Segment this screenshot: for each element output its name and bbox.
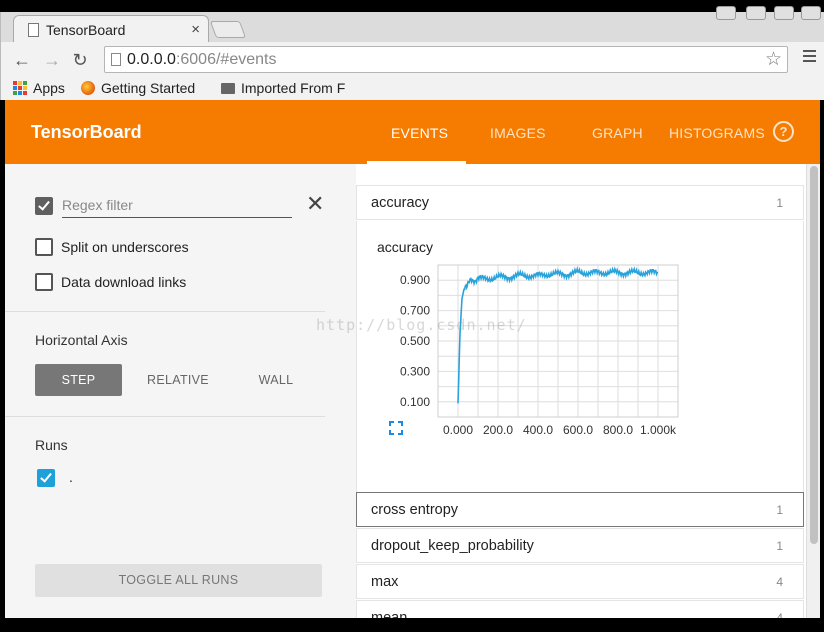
card-cross-entropy[interactable]: cross entropy 1 [356,492,804,527]
folder-icon [221,82,235,94]
regex-filter-input[interactable]: Regex filter [62,197,133,213]
firefox-icon [81,81,95,95]
axis-step-button[interactable]: STEP [35,364,122,396]
tab-images[interactable]: IMAGES [490,125,546,141]
data-download-label: Data download links [61,274,187,290]
card-count: 1 [776,539,783,553]
tab-histograms[interactable]: HISTOGRAMS [669,125,765,141]
page-icon [28,23,39,37]
card-max[interactable]: max 4 [356,564,804,599]
browser-tab[interactable]: TensorBoard × [13,15,209,43]
forward-arrow-icon[interactable]: → [41,49,63,71]
x-tick-label: 800.0 [603,423,633,437]
sidebar: Regex filter ✕ Split on underscores Data… [5,164,356,618]
run-label: . [69,469,73,485]
screen-top-frame [0,0,824,12]
page-info-icon[interactable] [111,53,121,66]
tab-strip: TensorBoard × [1,6,824,43]
y-tick-label: 0.500 [400,334,430,348]
app-title: TensorBoard [31,122,142,142]
x-tick-label: 200.0 [483,423,513,437]
split-underscores-checkbox[interactable] [35,238,53,256]
main-pane: accuracy 1 accuracy 0.100 0.300 0.500 0.700… [356,164,806,618]
y-tick-label: 0.900 [400,273,430,287]
bookmark-star-icon[interactable]: ☆ [765,48,782,71]
run-checkbox[interactable] [37,469,55,487]
new-tab-button[interactable] [209,21,247,38]
window-restore-icon[interactable] [746,6,766,20]
url-path: :6006/#events [175,51,277,68]
bookmark-label: Imported From F [241,80,346,96]
url-text: 0.0.0.0:6006/#events [127,51,276,69]
card-name: dropout_keep_probability [371,538,534,554]
back-arrow-icon[interactable]: ← [11,49,33,71]
help-icon[interactable]: ? [773,121,794,142]
screen-left-frame [0,100,5,632]
axis-relative-button[interactable]: RELATIVE [133,364,223,396]
tab-graph[interactable]: GRAPH [592,125,643,141]
bookmark-getting-started[interactable]: Getting Started [81,80,195,96]
card-name: mean [371,610,408,618]
regex-input-underline [62,217,292,218]
card-name: max [371,574,399,590]
browser-chrome: TensorBoard × ← → ↻ 0.0.0.0:6006/#events… [0,6,824,100]
bookmark-label: Getting Started [101,80,196,96]
window-minimize-icon[interactable] [716,6,736,20]
bookmark-label: Apps [33,80,65,96]
x-tick-label: 600.0 [563,423,593,437]
clear-filter-icon[interactable]: ✕ [306,193,324,215]
apps-grid-icon [13,81,27,95]
scrollbar[interactable] [806,164,820,618]
chart-card: accuracy 0.100 0.300 0.500 0.700 0.900 0.000 2… [356,221,804,492]
accuracy-chart[interactable]: 0.1000.3000.5000.7000.9000.000 200.0 400.0… [357,221,805,492]
app-header: TensorBoard EVENTS IMAGES GRAPH HISTOGRA… [5,100,820,164]
y-tick-label: 0.300 [400,364,430,378]
card-count: 1 [776,503,783,517]
card-mean[interactable]: mean 4 [356,600,804,618]
horizontal-axis-title: Horizontal Axis [35,332,128,348]
axis-wall-button[interactable]: WALL [233,364,319,396]
screen-bottom-frame [0,618,824,632]
url-host: 0.0.0.0 [127,51,176,68]
bookmark-apps[interactable]: Apps [13,80,65,96]
x-tick-label: 400.0 [523,423,553,437]
divider [5,311,325,312]
expand-chart-icon[interactable] [389,421,403,435]
window-maximize-icon[interactable] [774,6,794,20]
window-close-icon[interactable] [801,6,821,20]
browser-tab-title: TensorBoard [46,22,126,38]
card-count: 4 [776,611,783,618]
reload-icon[interactable]: ↻ [69,49,91,71]
bookmark-imported-folder[interactable]: Imported From F [221,80,345,96]
x-tick-label: 0.000 [443,423,473,437]
regex-filter-checkbox[interactable] [35,197,53,215]
card-count: 1 [776,196,783,210]
split-underscores-label: Split on underscores [61,239,189,255]
browser-menu-icon[interactable] [803,50,816,64]
card-name: accuracy [371,195,430,211]
screen-right-frame [820,100,824,632]
card-name: cross entropy [371,502,459,518]
tab-close-icon[interactable]: × [191,21,200,38]
data-download-checkbox[interactable] [35,273,53,291]
card-accuracy[interactable]: accuracy 1 [356,185,804,220]
x-tick-label: 1.000k [640,423,677,437]
address-bar[interactable]: 0.0.0.0:6006/#events ☆ [104,46,788,73]
scrollbar-thumb[interactable] [810,166,818,544]
y-tick-label: 0.100 [400,395,430,409]
bookmarks-bar: Apps Getting Started Imported From F [1,78,824,100]
toggle-all-runs-button[interactable]: TOGGLE ALL RUNS [35,564,322,597]
browser-toolbar: ← → ↻ 0.0.0.0:6006/#events ☆ [1,42,824,78]
card-count: 4 [776,575,783,589]
watermark-text: http://blog.csdn.net/ [316,316,527,334]
tab-events[interactable]: EVENTS [391,125,448,141]
divider [5,416,325,417]
runs-title: Runs [35,437,68,453]
card-dropout[interactable]: dropout_keep_probability 1 [356,528,804,563]
